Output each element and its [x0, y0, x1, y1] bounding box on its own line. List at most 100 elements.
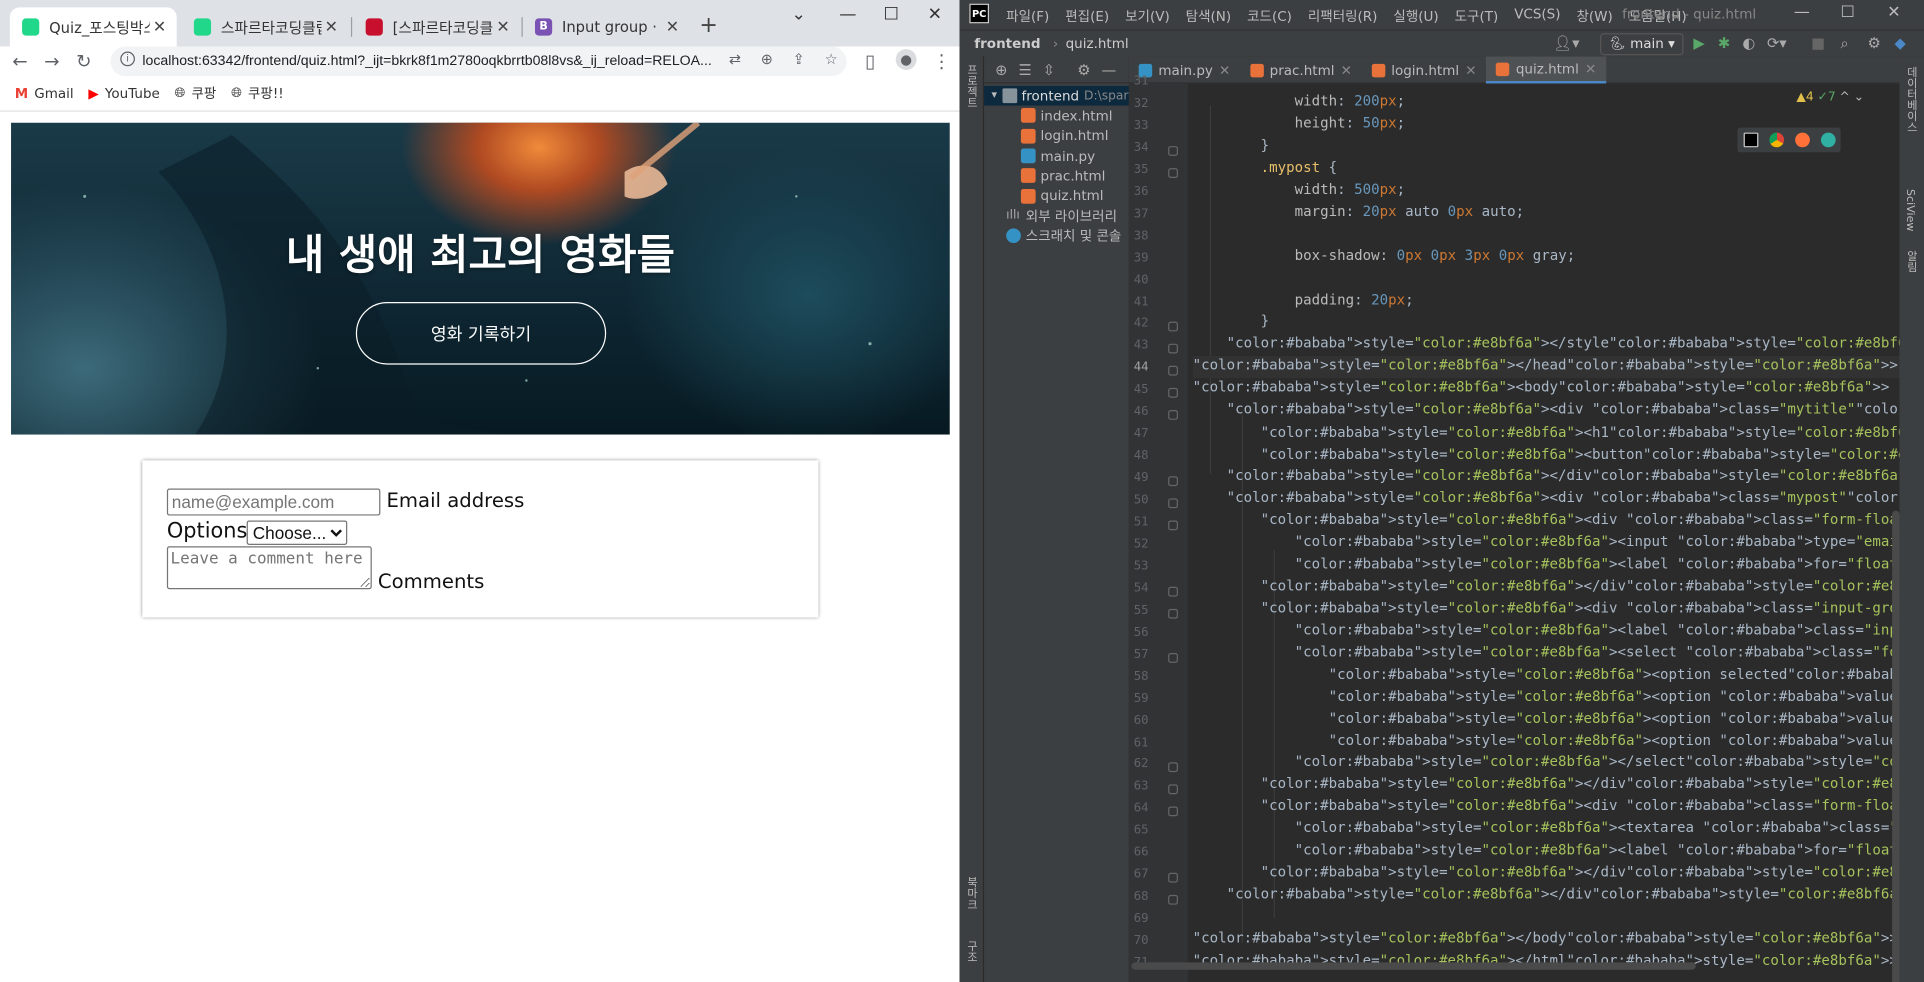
vertical-scrollbar[interactable] [1892, 510, 1900, 982]
options-select[interactable]: Choose... [246, 520, 348, 546]
minimize-icon[interactable]: — [839, 5, 856, 25]
menu-item-1[interactable]: 편집(E) [1065, 6, 1109, 26]
browser-tab-quiz[interactable]: Quiz_포스팅박스 ✕ [9, 7, 177, 47]
menu-item-2[interactable]: 보기(V) [1125, 6, 1170, 26]
code-area[interactable]: width: 200px; height: 50px; } .mypost { … [1192, 83, 1924, 982]
collapse-all-icon[interactable]: ⇳ [1043, 61, 1055, 78]
minimize-icon[interactable]: — [1794, 4, 1810, 22]
chrome-icon[interactable] [1768, 132, 1784, 148]
fold-marker-icon[interactable] [1168, 652, 1178, 663]
browser-tab-sparta-1[interactable]: 스파르타코딩클럽 | ✕ [182, 7, 349, 46]
fold-marker-icon[interactable] [1168, 520, 1178, 531]
browser-tab-bootstrap[interactable]: B Input group · Boots ✕ [523, 7, 690, 46]
edge-icon[interactable] [1820, 132, 1836, 148]
tree-external-libraries[interactable]: ıllı 외부 라이브러리 [984, 206, 1129, 226]
address-bar[interactable]: i localhost:63342/frontend/quiz.html?_ij… [110, 46, 847, 77]
close-tab-icon[interactable]: ✕ [1341, 62, 1352, 78]
structure-tool-tab[interactable]: 구조 [963, 940, 979, 962]
maximize-icon[interactable]: ☐ [1841, 4, 1855, 22]
expand-all-icon[interactable]: ☰ [1019, 61, 1032, 78]
tree-file-prac-html[interactable]: prac.html [984, 166, 1129, 186]
fold-marker-icon[interactable] [1168, 872, 1178, 883]
hide-panel-icon[interactable]: — [1101, 61, 1116, 78]
fold-marker-icon[interactable] [1168, 476, 1178, 487]
menu-item-9[interactable]: 창(W) [1576, 6, 1612, 26]
notifications-tool-tab[interactable]: 알림 [1903, 250, 1919, 272]
menu-item-0[interactable]: 파일(F) [1006, 6, 1049, 26]
debug-icon[interactable]: ✱ [1718, 34, 1730, 51]
zoom-icon[interactable]: ⊕ [761, 50, 773, 67]
close-tab-icon[interactable]: ✕ [663, 18, 683, 36]
menu-item-4[interactable]: 코드(C) [1247, 6, 1292, 26]
fold-marker-icon[interactable] [1168, 806, 1178, 817]
record-movie-button[interactable]: 영화 기록하기 [355, 301, 607, 365]
locate-icon[interactable]: ⊕ [995, 61, 1007, 78]
fold-marker-icon[interactable] [1168, 388, 1178, 399]
menu-item-3[interactable]: 탐색(N) [1186, 6, 1231, 26]
horizontal-scrollbar[interactable] [1131, 962, 1696, 970]
fold-marker-icon[interactable] [1168, 167, 1178, 178]
share-icon[interactable]: ⇪ [793, 50, 805, 67]
fold-marker-icon[interactable] [1168, 344, 1178, 354]
forward-icon[interactable]: → [44, 50, 59, 72]
stop-icon[interactable]: ■ [1811, 34, 1825, 51]
profile-avatar-icon[interactable]: ● [895, 49, 917, 70]
close-tab-icon[interactable]: ✕ [1219, 62, 1230, 78]
sciview-tool-tab[interactable]: SciView [1903, 189, 1915, 231]
menu-item-6[interactable]: 실행(U) [1393, 6, 1438, 26]
search-icon[interactable]: ⌕ [1841, 34, 1849, 52]
more-menu-icon[interactable]: ⋮ [933, 50, 951, 72]
bookmark-star-icon[interactable]: ☆ [825, 50, 838, 67]
run-config-selector[interactable]: 🐍︎ main ▾ [1600, 33, 1684, 56]
settings-gear-icon[interactable]: ⚙ [1868, 34, 1881, 51]
reload-icon[interactable]: ↻ [76, 50, 91, 72]
bookmarks-tool-tab[interactable]: 북마크 [963, 876, 979, 909]
fold-marker-icon[interactable] [1168, 410, 1178, 421]
project-tool-tab[interactable]: 프로젝트 [963, 64, 979, 108]
menu-item-8[interactable]: VCS(S) [1514, 6, 1560, 26]
translate-icon[interactable]: ⇄ [729, 50, 741, 67]
site-info-icon[interactable]: i [120, 51, 135, 67]
coverage-icon[interactable]: ◐ [1742, 34, 1755, 51]
editor-tab-quiz-html[interactable]: quiz.html ✕ [1486, 56, 1607, 84]
editor-tab-prac-html[interactable]: prac.html ✕ [1240, 56, 1362, 83]
firefox-icon[interactable] [1794, 132, 1810, 148]
database-tool-tab[interactable]: 데이터베이스 [1903, 66, 1919, 132]
close-tab-icon[interactable]: ✕ [321, 18, 341, 36]
tree-file-main-py[interactable]: main.py [984, 146, 1129, 166]
menu-item-7[interactable]: 도구(T) [1455, 6, 1499, 26]
tree-root-folder[interactable]: ▾ frontend D:\spart [984, 85, 1133, 106]
tree-scratches[interactable]: 스크래치 및 콘솔 [984, 226, 1129, 246]
pycharm-browser-icon[interactable] [1743, 132, 1758, 148]
close-tab-icon[interactable]: ✕ [1585, 61, 1596, 77]
fold-marker-icon[interactable] [1168, 784, 1178, 795]
bookmark-gmail[interactable]: M Gmail [15, 85, 74, 101]
close-tab-icon[interactable]: ✕ [493, 18, 513, 36]
close-tab-icon[interactable]: ✕ [1465, 62, 1476, 78]
jetbrains-icon[interactable]: ◆ [1895, 34, 1906, 51]
fold-marker-icon[interactable] [1168, 895, 1178, 905]
fold-marker-icon[interactable] [1168, 498, 1178, 509]
close-window-icon[interactable]: ✕ [1887, 4, 1900, 22]
fold-marker-icon[interactable] [1168, 366, 1178, 377]
close-tab-icon[interactable]: ✕ [150, 18, 170, 36]
fold-marker-icon[interactable] [1168, 608, 1178, 619]
run-icon[interactable]: ▶ [1693, 34, 1704, 51]
breadcrumb-file[interactable]: quiz.html [1066, 36, 1129, 52]
inspection-status[interactable]: ▲4 ✓7 ^ ⌄ [1796, 91, 1864, 105]
fold-marker-icon[interactable] [1168, 762, 1178, 773]
back-icon[interactable]: ← [12, 50, 27, 72]
fold-marker-icon[interactable] [1168, 586, 1178, 597]
tree-file-index-html[interactable]: index.html [984, 106, 1129, 126]
side-panel-icon[interactable]: ▯ [865, 50, 875, 72]
close-window-icon[interactable]: ✕ [928, 5, 942, 25]
tab-search-chevron-icon[interactable]: ⌄ [791, 5, 805, 25]
tree-file-login-html[interactable]: login.html [984, 126, 1129, 146]
breadcrumb-project[interactable]: frontend [974, 36, 1040, 52]
menu-item-5[interactable]: 리팩터링(R) [1308, 6, 1378, 26]
bookmark-coupang[interactable]: 🌐︎ 쿠팡 [175, 83, 217, 103]
browser-tab-sparta-2[interactable]: [스파르타코딩클럽] ✕ [353, 7, 520, 46]
comment-textarea[interactable] [166, 546, 372, 590]
fold-marker-icon[interactable] [1168, 322, 1178, 332]
tree-file-quiz-html[interactable]: quiz.html [984, 186, 1129, 206]
